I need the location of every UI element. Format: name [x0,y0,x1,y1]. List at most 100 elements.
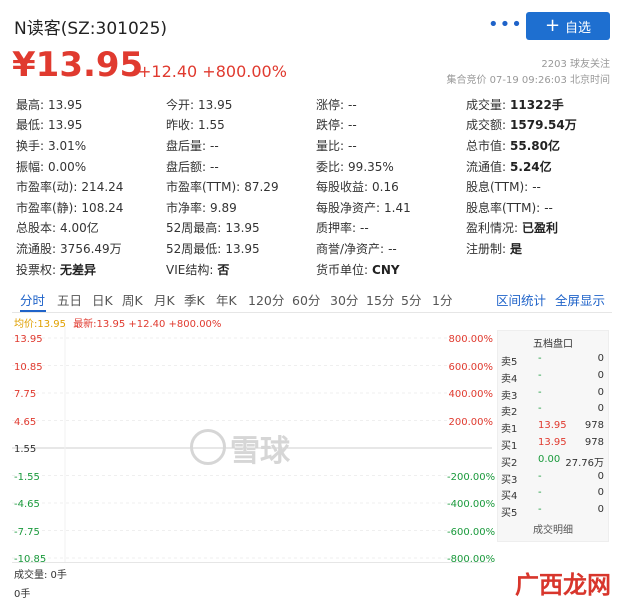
y-axis-left-label: -1.55 [14,471,40,483]
tab-period-2[interactable]: 日K [92,290,113,309]
stat-value: 9.89 [210,200,237,215]
tab-period-7[interactable]: 120分 [248,290,284,309]
tab-period-12[interactable]: 1分 [432,290,452,309]
stat-cell: 总股本: 4.00亿 [16,219,166,236]
stat-label: 注册制: [466,241,507,256]
stat-label: 委比: [316,159,345,174]
order-price: - [538,369,542,381]
tab-period-11[interactable]: 5分 [401,290,421,309]
stat-label: 每股收益: [316,180,369,195]
order-book-title: 五档盘口 [533,339,573,350]
y-axis-left-label: 7.75 [14,389,37,400]
stat-label: 盈利情况: [466,221,519,236]
y-axis-right-label: -400.00% [447,499,496,510]
tab-period-5[interactable]: 季K [184,290,205,309]
tab-period-6[interactable]: 年K [216,290,237,309]
active-tab-underline [20,310,46,312]
stat-value: 无差异 [60,262,97,277]
stat-value: -- [210,159,219,174]
stat-label: 股息(TTM): [466,180,529,195]
y-axis-right-label: -600.00% [447,526,496,538]
tab-period-8[interactable]: 60分 [292,290,320,309]
stat-value: 214.24 [81,180,124,195]
stat-cell: 成交量: 11322手 [466,96,616,113]
order-book-row: 卖2 - 0 [498,401,608,418]
range-stats-link[interactable]: 区间统计 [496,290,546,309]
tab-period-3[interactable]: 周K [122,290,143,309]
tab-period-9[interactable]: 30分 [330,290,358,309]
stat-cell: 今开: 13.95 [166,96,316,113]
tab-period-4[interactable]: 月K [154,290,175,309]
tab-period-1[interactable]: 五日 [57,290,82,309]
stat-cell: 质押率: -- [316,219,466,236]
stat-value: 13.95 [198,97,233,112]
add-to-watchlist-label: 自选 [565,20,592,36]
order-price: - [538,353,542,364]
stat-row: 市盈率(静): 108.24 市净率: 9.89 每股净资产: 1.41 股息率(TTM):… [16,197,616,218]
stat-value: 87.29 [244,180,279,195]
follower-count[interactable]: 2203 球友关注 [541,55,610,70]
stat-cell: 商誉/净资产: -- [316,240,466,257]
stat-value: -- [348,118,357,133]
stat-value: 0.00% [48,159,87,174]
order-volume: 978 [584,420,604,432]
site-watermark: 广西龙网 [515,571,611,599]
stat-cell: 换手: 3.01% [16,137,166,154]
stat-cell: 总市值: 55.80亿 [466,137,616,154]
stat-cell: 流通值: 5.24亿 [466,158,616,175]
order-volume: 27.76万 [565,457,604,469]
stat-value: -- [532,180,541,195]
stat-label: 盘后额: [166,159,207,174]
stat-label: 每股净资产: [316,200,381,215]
quote-time: 集合竞价 07-19 09:26:03 北京时间 [446,75,610,86]
tab-intraday[interactable]: 分时 [20,290,45,309]
stat-label: 今开: [166,97,195,112]
order-price: 13.95 [538,437,567,448]
stat-label: 商誉/净资产: [316,241,385,256]
stat-label: 质押率: [316,221,357,236]
order-book-row: 卖1 13.95 978 [498,418,608,435]
stat-value: 13.95 [225,221,260,236]
trade-detail-link[interactable]: 成交明细 [498,521,608,536]
order-price: - [538,386,542,398]
stat-label: 涨停: [316,97,345,112]
stat-cell: 成交额: 1579.54万 [466,116,616,133]
stat-value: 否 [217,262,230,277]
stat-cell: 最低: 13.95 [16,116,166,133]
add-to-watchlist-button[interactable]: + 自选 [526,12,610,40]
stat-label: 货币单位: [316,262,369,277]
stat-row: 振幅: 0.00% 盘后额: -- 委比: 99.35% 流通值: 5.24亿 [16,156,616,177]
order-level-label: 买3 [501,474,518,486]
stat-label: 振幅: [16,159,45,174]
y-axis-left-label: 4.65 [14,416,37,428]
stat-value: 3.01% [48,138,87,153]
stat-label: 流通值: [466,159,507,174]
stat-label: 量比: [316,138,345,153]
y-axis-left-label: 13.95 [14,334,43,345]
stat-value: 11322手 [510,97,564,112]
stat-label: 市盈率(TTM): [166,180,241,195]
plus-icon: + [544,15,561,36]
order-level-label: 买4 [501,491,518,503]
order-level-label: 卖1 [501,424,518,436]
order-book-row: 买2 0.00 27.76万 [498,452,608,469]
fullscreen-link[interactable]: 全屏显示 [555,290,605,309]
stat-label: 投票权: [16,262,57,277]
more-dots-icon[interactable]: ••• [488,14,523,35]
stat-value: 5.24亿 [510,159,552,174]
stat-value: -- [210,138,219,153]
tab-period-10[interactable]: 15分 [366,290,394,309]
stat-cell: 每股净资产: 1.41 [316,199,466,216]
stat-value: -- [360,221,369,236]
stat-cell: 盈利情况: 已盈利 [466,219,616,236]
stock-title: N读客(SZ:301025) [14,19,168,39]
stat-label: 市盈率(动): [16,180,78,195]
order-level-label: 买5 [501,508,518,520]
xueqiu-logo-icon [190,429,226,465]
order-volume: 978 [584,437,604,448]
y-axis-right-label: -200.00% [447,471,496,483]
stat-row: 最低: 13.95 昨收: 1.55 跌停: -- 成交额: 1579.54万 [16,115,616,136]
stat-value: 55.80亿 [510,138,561,153]
stat-row: 最高: 13.95 今开: 13.95 涨停: -- 成交量: 11322手 [16,94,616,115]
order-book-panel: 五档盘口 成交明细 卖5 - 0 卖4 - 0 卖3 - 0 卖2 - 0 卖1 13.95 978 买1 13… [497,330,609,542]
